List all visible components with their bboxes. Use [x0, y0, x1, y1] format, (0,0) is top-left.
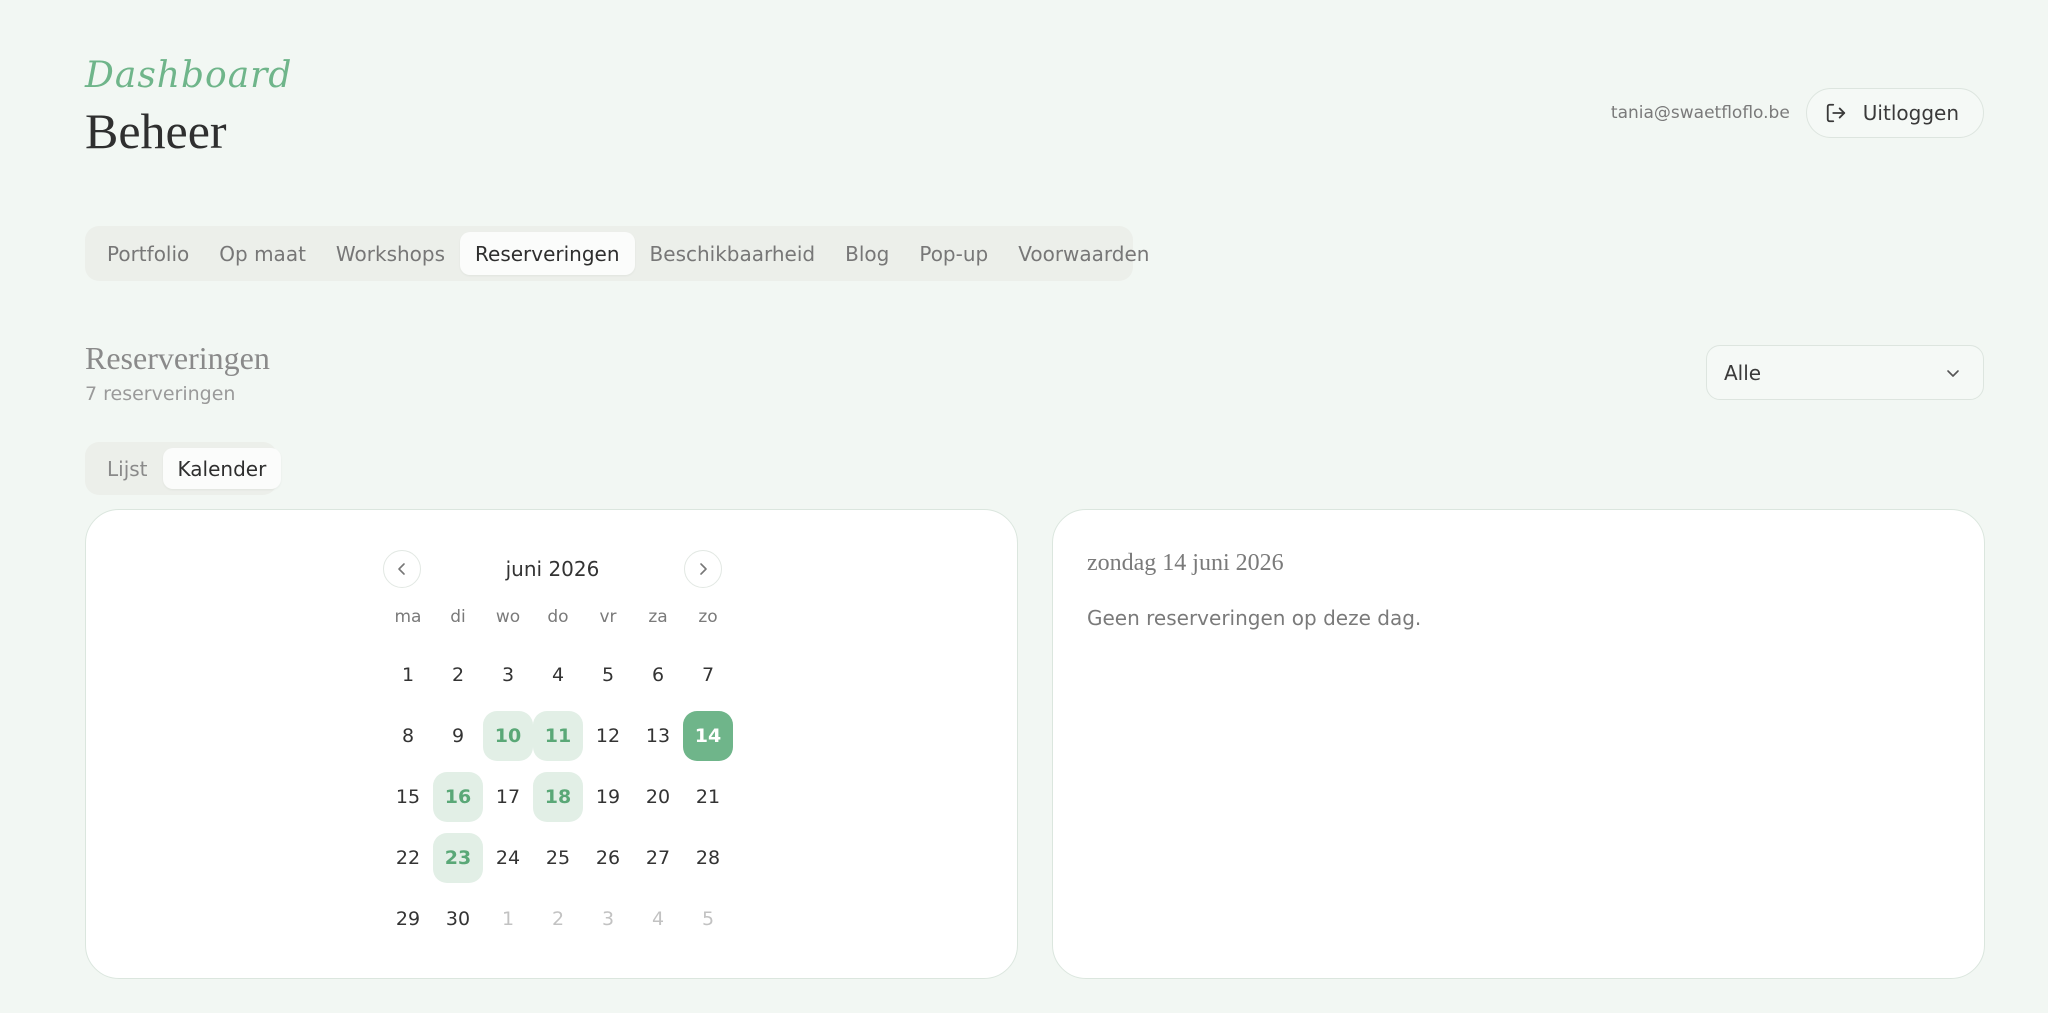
calendar-day[interactable]: 4 — [533, 650, 583, 700]
logout-label: Uitloggen — [1862, 101, 1959, 125]
chevron-left-icon — [398, 563, 405, 575]
calendar-day[interactable]: 24 — [483, 833, 533, 883]
calendar-day[interactable]: 28 — [683, 833, 733, 883]
calendar-day[interactable]: 12 — [583, 711, 633, 761]
tab-pop-up[interactable]: Pop-up — [904, 232, 1003, 275]
page-title: Beheer — [85, 103, 227, 159]
header-brand: Dashboard Beheer — [85, 55, 293, 159]
weekday-label: wo — [495, 607, 521, 627]
calendar-header: juni 2026 — [383, 550, 722, 588]
calendar-day[interactable]: 26 — [583, 833, 633, 883]
weekday-row: ma di wo do vr za zo — [383, 607, 733, 627]
tab-workshops[interactable]: Workshops — [321, 232, 460, 275]
calendar-day[interactable]: 15 — [383, 772, 433, 822]
calendar-day[interactable]: 19 — [583, 772, 633, 822]
calendar-day[interactable]: 5 — [583, 650, 633, 700]
brand-script: Dashboard — [85, 55, 293, 96]
filter-select[interactable]: Alle — [1706, 345, 1984, 400]
calendar-day[interactable]: 1 — [383, 650, 433, 700]
calendar-day[interactable]: 14 — [683, 711, 733, 761]
calendar-day[interactable]: 8 — [383, 711, 433, 761]
tab-op-maat[interactable]: Op maat — [204, 232, 321, 275]
calendar-day[interactable]: 16 — [433, 772, 483, 822]
calendar-day[interactable]: 2 — [533, 894, 583, 944]
weekday-label: zo — [698, 607, 718, 627]
calendar-day[interactable]: 1 — [483, 894, 533, 944]
view-list-button[interactable]: Lijst — [92, 448, 163, 489]
weekday-label: do — [547, 607, 569, 627]
weekday-label: ma — [394, 607, 422, 627]
calendar-day[interactable]: 17 — [483, 772, 533, 822]
tab-reserveringen[interactable]: Reserveringen — [460, 232, 635, 275]
empty-message: Geen reserveringen op deze dag. — [1087, 606, 1422, 630]
calendar-day[interactable]: 23 — [433, 833, 483, 883]
calendar-day[interactable]: 10 — [483, 711, 533, 761]
tab-voorwaarden[interactable]: Voorwaarden — [1003, 232, 1164, 275]
filter-value: Alle — [1724, 360, 1762, 385]
selected-day-title: zondag 14 juni 2026 — [1087, 550, 1284, 576]
view-calendar-button[interactable]: Kalender — [162, 448, 282, 489]
chevron-down-icon — [1947, 369, 1959, 377]
view-toggle: Lijst Kalender — [85, 442, 282, 495]
reservation-count: 7 reserveringen — [85, 383, 236, 405]
next-month-button[interactable] — [683, 550, 722, 588]
calendar-day[interactable]: 3 — [483, 650, 533, 700]
calendar-day[interactable]: 2 — [433, 650, 483, 700]
day-detail-panel: zondag 14 juni 2026 Geen reserveringen o… — [1052, 509, 1985, 979]
calendar-day[interactable]: 5 — [683, 894, 733, 944]
calendar-day[interactable]: 29 — [383, 894, 433, 944]
calendar-day[interactable]: 20 — [633, 772, 683, 822]
calendar-day[interactable]: 25 — [533, 833, 583, 883]
weekday-label: za — [648, 607, 668, 627]
calendar-day[interactable]: 21 — [683, 772, 733, 822]
calendar-panel: juni 2026 ma di wo do vr za zo 1 2 3 4 5 6 7 8 9 10 11 12… — [85, 509, 1018, 979]
calendar-day[interactable]: 22 — [383, 833, 433, 883]
weekday-label: vr — [599, 607, 617, 627]
calendar-day[interactable]: 3 — [583, 894, 633, 944]
header-right: tania@swaetfloflo.be Uitloggen — [1611, 88, 1984, 138]
section-title: Reserveringen — [85, 340, 270, 376]
calendar-day[interactable]: 18 — [533, 772, 583, 822]
calendar-day[interactable]: 6 — [633, 650, 683, 700]
calendar-day[interactable]: 30 — [433, 894, 483, 944]
tab-beschikbaarheid[interactable]: Beschikbaarheid — [635, 232, 831, 275]
month-label: juni 2026 — [505, 557, 600, 581]
user-email: tania@swaetfloflo.be — [1610, 103, 1790, 123]
calendar-day[interactable]: 13 — [633, 711, 683, 761]
calendar-day[interactable]: 11 — [533, 711, 583, 761]
logout-icon — [1826, 103, 1845, 123]
calendar-day[interactable]: 7 — [683, 650, 733, 700]
main-tabs: Portfolio Op maat Workshops Reserveringe… — [85, 226, 1149, 281]
weekday-label: di — [450, 607, 466, 627]
calendar-day[interactable]: 9 — [433, 711, 483, 761]
tab-blog[interactable]: Blog — [830, 232, 904, 275]
calendar-days: 1 2 3 4 5 6 7 8 9 10 11 12 13 14 15 16 17 18 19 20 21 22 23 24 2… — [383, 650, 733, 955]
calendar-day[interactable]: 27 — [633, 833, 683, 883]
tab-portfolio[interactable]: Portfolio — [92, 232, 204, 275]
calendar-day[interactable]: 4 — [633, 894, 683, 944]
logout-button[interactable]: Uitloggen — [1805, 88, 1984, 138]
chevron-right-icon — [700, 563, 707, 575]
prev-month-button[interactable] — [383, 550, 421, 588]
